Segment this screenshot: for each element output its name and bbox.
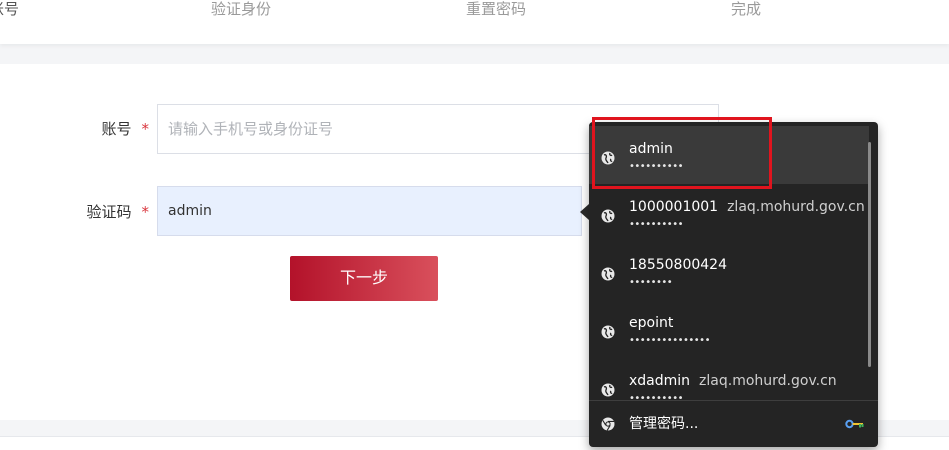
progress-steps: 账号 验证身份 重置密码 完成 xyxy=(0,0,949,44)
dropdown-pointer xyxy=(580,204,589,220)
autofill-password-mask: ••••••••••••••• xyxy=(629,335,710,346)
autofill-username: epoint xyxy=(629,315,674,331)
autofill-password-mask: •••••••••• xyxy=(629,219,683,230)
next-step-button[interactable]: 下一步 xyxy=(290,256,438,301)
dropdown-scrollbar[interactable] xyxy=(868,142,871,367)
autofill-password-mask: •••••••• xyxy=(629,277,673,288)
annotation-highlight-box xyxy=(592,117,772,189)
step-complete: 完成 xyxy=(730,0,762,18)
captcha-input[interactable]: admin xyxy=(157,186,582,236)
captcha-label: 验证码 * xyxy=(49,202,149,222)
globe-icon xyxy=(601,267,615,281)
autofill-entry-18550800424[interactable]: 18550800424 •••••••• xyxy=(589,242,869,300)
required-mark: * xyxy=(141,203,150,221)
step-account: 账号 xyxy=(0,0,20,18)
autofill-entry-epoint[interactable]: epoint ••••••••••••••• xyxy=(589,300,869,358)
required-mark: * xyxy=(141,120,150,138)
globe-icon xyxy=(601,325,615,339)
autofill-site: zlaq.mohurd.gov.cn xyxy=(727,199,865,215)
step-reset-password: 重置密码 xyxy=(465,0,527,18)
autofill-username: 18550800424 xyxy=(629,257,727,273)
autofill-username: xdadmin zlaq.mohurd.gov.cn xyxy=(629,373,837,389)
key-icon xyxy=(845,419,864,429)
account-label-text: 账号 xyxy=(101,120,132,138)
manage-passwords-item[interactable]: 管理密码... xyxy=(589,401,878,447)
autofill-username: 1000001001 zlaq.mohurd.gov.cn xyxy=(629,199,865,215)
step-verify-identity: 验证身份 xyxy=(210,0,272,18)
manage-passwords-label: 管理密码... xyxy=(629,416,699,432)
account-label: 账号 * xyxy=(49,119,149,139)
reset-password-page: 账号 验证身份 重置密码 完成 账号 * 请输入手机号或身份证号 验证码 * adm… xyxy=(0,0,949,450)
autofill-site: zlaq.mohurd.gov.cn xyxy=(699,373,837,389)
captcha-label-text: 验证码 xyxy=(86,203,132,221)
globe-icon xyxy=(601,383,615,397)
chrome-icon xyxy=(601,417,615,431)
captcha-value: admin xyxy=(168,203,212,219)
autofill-entry-1000001001[interactable]: 1000001001 zlaq.mohurd.gov.cn •••••••••• xyxy=(589,184,869,242)
account-placeholder: 请输入手机号或身份证号 xyxy=(168,120,334,138)
globe-icon xyxy=(601,209,615,223)
